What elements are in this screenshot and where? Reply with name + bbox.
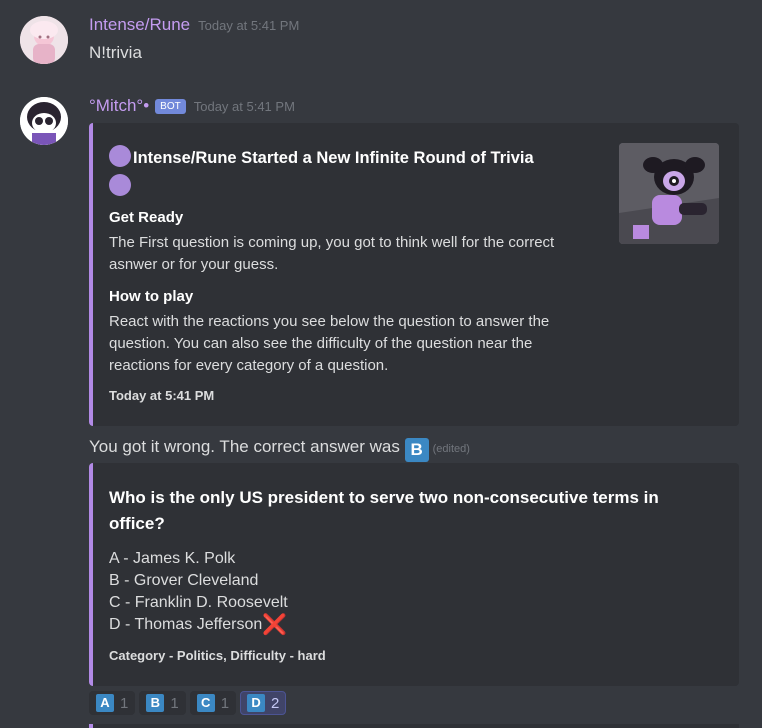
reaction-c[interactable]: C 1 [189, 691, 237, 715]
embed-footer: Category - Politics, Difficulty - hard [109, 648, 326, 663]
field-name: Get Ready [109, 209, 184, 226]
field-value-line: question. You can also see the difficult… [109, 335, 533, 352]
timestamp: Today at 5:41 PM [198, 18, 300, 33]
field-value-line: React with the reactions you see below t… [109, 313, 550, 330]
embed-thumbnail[interactable] [619, 143, 719, 244]
bot-avatar[interactable] [20, 97, 68, 145]
bot-tag: BOT [155, 99, 186, 114]
result-message: You got it wrong. The correct answer was… [89, 437, 470, 462]
field-value-line: reactions for every category of a questi… [109, 357, 389, 374]
answer-b-emoji: B [404, 438, 429, 462]
field-value-line: The First question is coming up, you got… [109, 234, 555, 251]
message-intense-rune: Intense/Rune Today at 5:41 PM N!trivia [0, 0, 762, 80]
regional-d-icon: D [247, 694, 266, 712]
reaction-count: 1 [170, 694, 179, 712]
regional-a-icon: A [96, 694, 114, 712]
regional-b-icon: B [146, 694, 165, 712]
purple-circle-icon [109, 145, 131, 167]
reaction-d[interactable]: D 2 [240, 691, 287, 715]
question-text: Who is the only US president to serve tw… [109, 485, 709, 537]
field-value-line: asnwer or for your guess. [109, 256, 279, 273]
bot-name-label[interactable]: °Mitch°• [89, 96, 149, 115]
regional-c-icon: C [196, 694, 215, 712]
option-c: C - Franklin D. Roosevelt [109, 594, 288, 611]
embed-footer: Today at 5:41 PM [109, 388, 215, 403]
field-value: The First question is coming up, you got… [109, 232, 609, 276]
field-name: How to play [109, 288, 194, 305]
username-label[interactable]: Intense/Rune [89, 15, 190, 34]
option-a: A - James K. Polk [109, 550, 236, 567]
reactions-bar: A 1 B 1 C 1 D 2 [89, 691, 287, 715]
option-d: D - Thomas Jefferson❌ [109, 614, 609, 636]
reaction-count: 2 [271, 694, 280, 712]
user-avatar[interactable] [20, 16, 68, 64]
answer-options: A - James K. Polk B - Grover Cleveland C… [109, 548, 609, 636]
reaction-b[interactable]: B 1 [139, 691, 186, 715]
option-d-label: D - Thomas Jefferson [109, 616, 263, 633]
question-line: Who is the only US president to serve tw… [109, 488, 659, 507]
trivia-question-embed: Who is the only US president to serve tw… [89, 463, 739, 686]
embed-title: Intense/Rune Started a New Infinite Roun… [109, 145, 589, 197]
timestamp: Today at 5:41 PM [193, 99, 295, 114]
trivia-intro-embed: Intense/Rune Started a New Infinite Roun… [89, 123, 739, 426]
question-line: office? [109, 514, 165, 533]
result-text: You got it wrong. The correct answer was [89, 437, 400, 456]
option-b: B - Grover Cleveland [109, 572, 259, 589]
message-text: N!trivia [89, 43, 142, 62]
wrong-x-icon: ❌ [262, 614, 288, 636]
bot-username[interactable]: °Mitch°• BOT Today at 5:41 PM [89, 96, 295, 116]
purple-circle-icon [109, 174, 131, 196]
reaction-a[interactable]: A 1 [89, 691, 136, 715]
reaction-count: 1 [220, 694, 230, 712]
reaction-count: 1 [120, 694, 129, 712]
next-embed-edge [89, 724, 739, 728]
field-value: React with the reactions you see below t… [109, 311, 629, 377]
username[interactable]: Intense/Rune Today at 5:41 PM [89, 15, 299, 35]
edited-label: (edited) [432, 443, 470, 455]
